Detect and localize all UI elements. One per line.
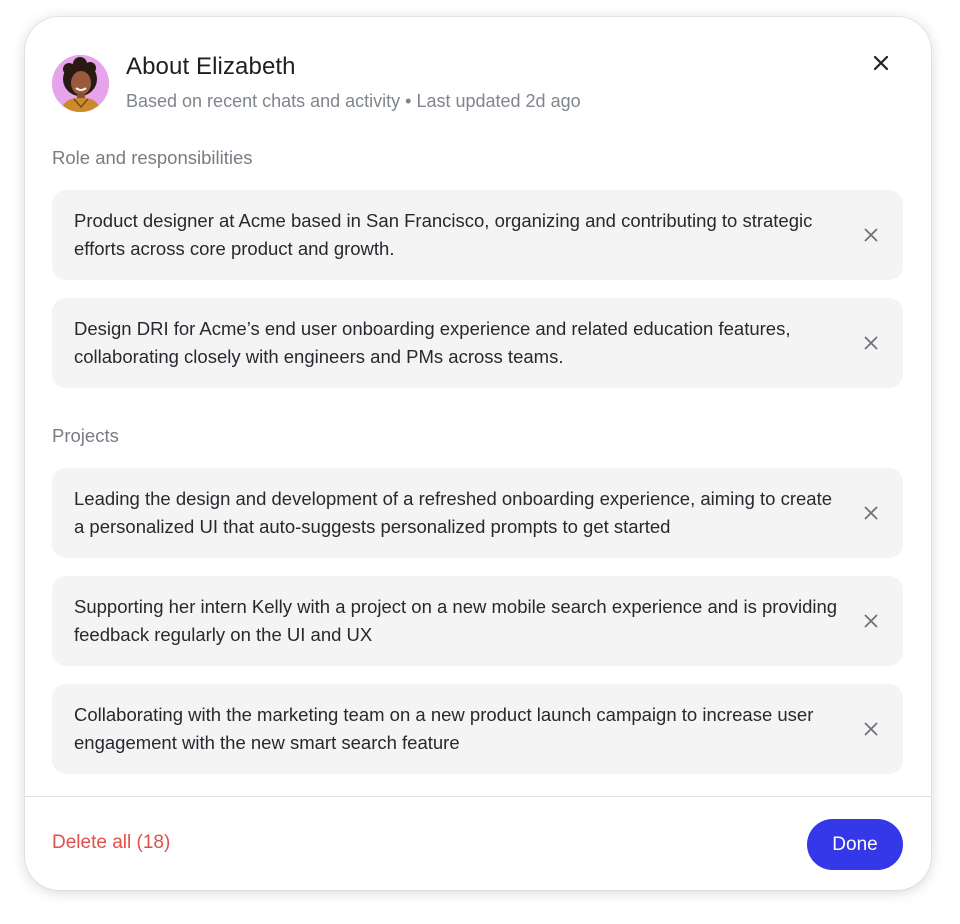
memory-card: Product designer at Acme based in San Fr… (52, 190, 903, 280)
remove-item-button[interactable] (853, 495, 889, 531)
remove-item-button[interactable] (853, 217, 889, 253)
close-icon (864, 506, 878, 520)
memory-card-text: Design DRI for Acme’s end user onboardin… (74, 318, 791, 367)
done-button[interactable]: Done (807, 819, 903, 870)
memory-card: Design DRI for Acme’s end user onboardin… (52, 298, 903, 388)
memory-card-text: Supporting her intern Kelly with a proje… (74, 596, 838, 645)
dialog-title: About Elizabeth (126, 53, 296, 80)
close-icon (873, 55, 889, 71)
memory-card: Supporting her intern Kelly with a proje… (52, 576, 903, 666)
close-icon (864, 614, 878, 628)
remove-item-button[interactable] (853, 711, 889, 747)
dialog-subtitle: Based on recent chats and activity • Las… (126, 91, 581, 111)
person-avatar-icon (52, 55, 109, 112)
about-dialog: About Elizabeth Based on recent chats an… (25, 17, 931, 890)
section-label-projects: Projects (52, 425, 119, 446)
delete-all-button[interactable]: Delete all (18) (52, 832, 170, 854)
memory-card: Leading the design and development of a … (52, 468, 903, 558)
avatar (52, 55, 109, 112)
section-label-role: Role and responsibilities (52, 147, 253, 168)
close-button[interactable] (863, 45, 899, 81)
footer-divider (25, 796, 931, 797)
close-icon (864, 228, 878, 242)
memory-card: Collaborating with the marketing team on… (52, 684, 903, 774)
remove-item-button[interactable] (853, 603, 889, 639)
remove-item-button[interactable] (853, 325, 889, 361)
close-icon (864, 336, 878, 350)
memory-card-text: Leading the design and development of a … (74, 488, 832, 537)
memory-card-text: Product designer at Acme based in San Fr… (74, 210, 813, 259)
memory-card-text: Collaborating with the marketing team on… (74, 704, 814, 753)
close-icon (864, 722, 878, 736)
dialog-header: About Elizabeth Based on recent chats an… (25, 17, 931, 137)
